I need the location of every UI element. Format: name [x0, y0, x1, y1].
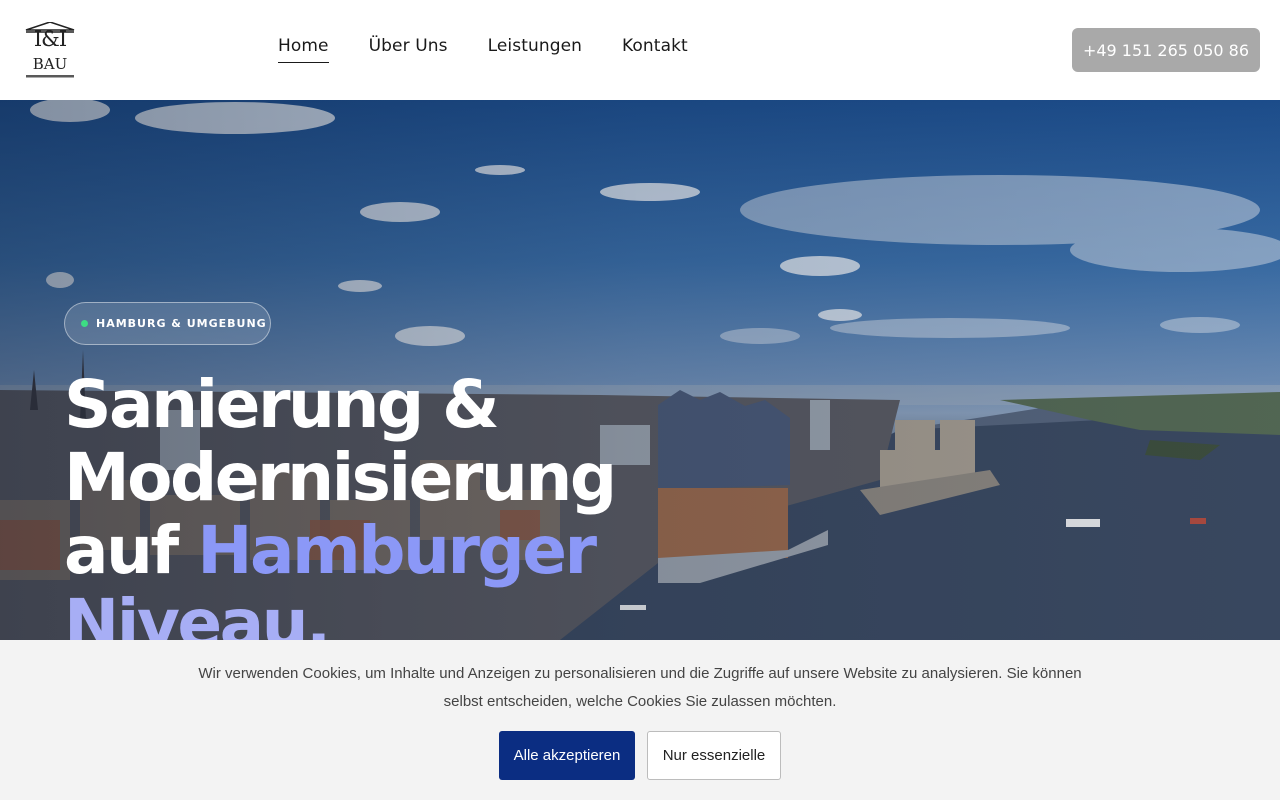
badge-label: HAMBURG & UMGEBUNG: [96, 317, 267, 330]
phone-button[interactable]: +49 151 265 050 86: [1072, 28, 1260, 72]
hero-headline: Sanierung & Modernisierung auf Hamburger…: [64, 368, 684, 640]
nav-home[interactable]: Home: [278, 36, 329, 63]
nav-leistungen[interactable]: Leistungen: [488, 36, 582, 63]
main-nav: Home Über Uns Leistungen Kontakt: [278, 36, 688, 63]
cookie-banner: Wir verwenden Cookies, um Inhalte und An…: [0, 640, 1280, 800]
logo-text-bottom: BAU: [32, 55, 68, 73]
headline-line-3-accent: Hamburger: [197, 512, 597, 589]
site-header: I&I BAU Home Über Uns Leistungen Kontakt…: [0, 0, 1280, 100]
headline-line-3-plain: auf: [64, 512, 198, 589]
hero-section: HAMBURG & UMGEBUNG Sanierung & Modernisi…: [0, 100, 1280, 640]
essential-only-button[interactable]: Nur essenzielle: [647, 731, 781, 780]
nav-ueber-uns[interactable]: Über Uns: [369, 36, 448, 63]
headline-line-4: Niveau.: [64, 585, 331, 640]
cookie-text: Wir verwenden Cookies, um Inhalte und An…: [198, 665, 1082, 710]
status-dot-icon: [81, 320, 88, 327]
headline-line-2: Modernisierung: [64, 439, 617, 516]
nav-kontakt[interactable]: Kontakt: [622, 36, 688, 63]
location-badge: HAMBURG & UMGEBUNG: [64, 302, 271, 345]
headline-line-1: Sanierung &: [64, 366, 500, 443]
accept-all-button[interactable]: Alle akzeptieren: [499, 731, 635, 780]
logo-text-top: I&I: [33, 27, 67, 51]
